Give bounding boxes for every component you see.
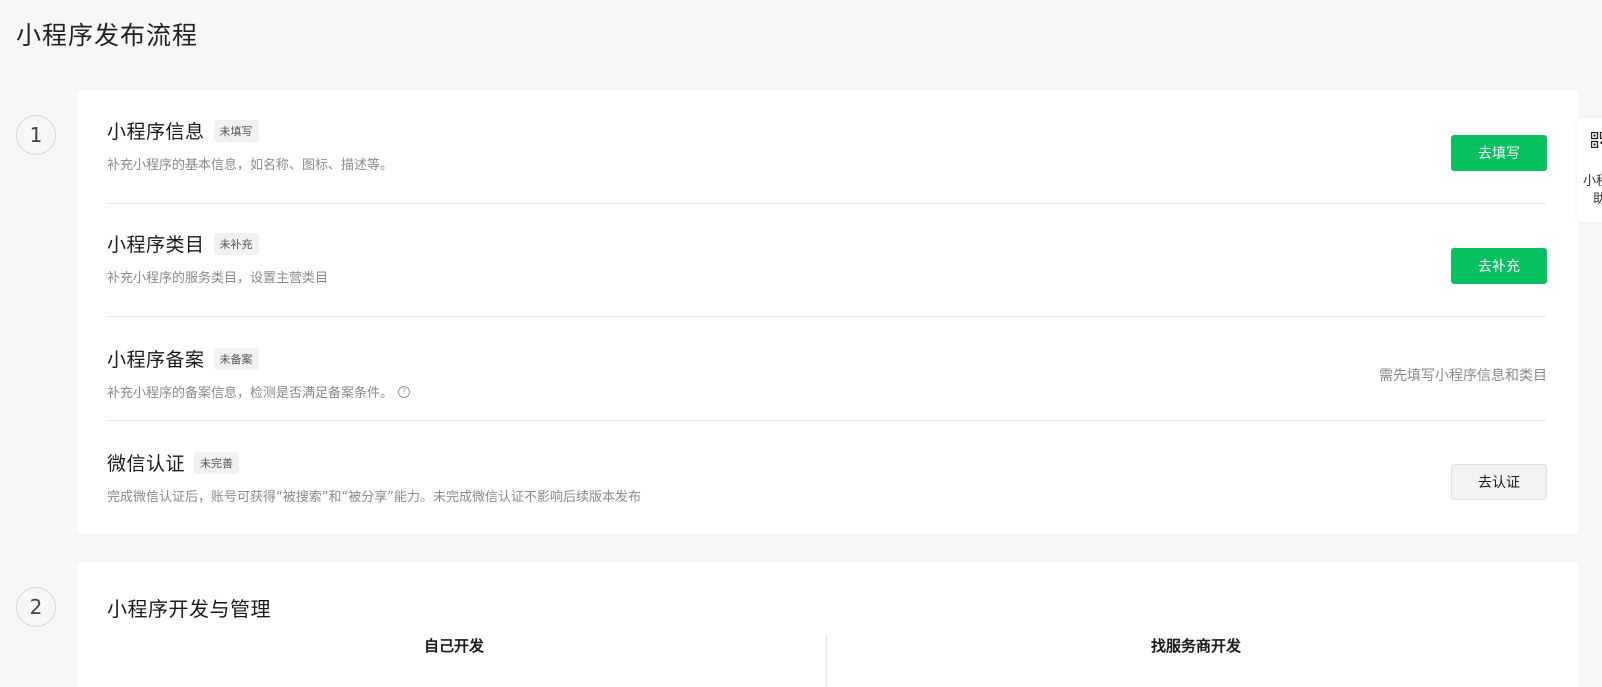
qrcode-icon — [1591, 132, 1602, 148]
step-number-1: 1 — [16, 115, 56, 155]
row-description: 补充小程序的基本信息，如名称、图标、描述等。 — [107, 154, 393, 173]
row-description-text: 补充小程序的备案信息，检测是否满足备案条件。 — [107, 386, 394, 401]
row-description: 补充小程序的备案信息，检测是否满足备案条件。 ? — [107, 382, 411, 401]
side-helper-widget[interactable]: 小程 助 — [1577, 118, 1602, 222]
row-miniprogram-info: 小程序信息 未填写 补充小程序的基本信息，如名称、图标、描述等。 去填写 — [107, 91, 1547, 204]
row-head: 小程序备案 未备案 — [107, 345, 259, 372]
status-badge: 未填写 — [213, 119, 259, 142]
row-description-text: 补充小程序的基本信息，如名称、图标、描述等。 — [107, 158, 394, 173]
row-miniprogram-filing: 小程序备案 未备案 补充小程序的备案信息，检测是否满足备案条件。 ? 需先填写小… — [107, 317, 1547, 421]
step1-card: 小程序信息 未填写 补充小程序的基本信息，如名称、图标、描述等。 去填写 小程序… — [77, 91, 1578, 533]
row-head: 微信认证 未完善 — [107, 449, 240, 476]
row-head: 小程序信息 未填写 — [107, 117, 259, 144]
status-badge: 未完善 — [194, 451, 240, 474]
page-title: 小程序发布流程 — [16, 21, 199, 50]
page: 小程序发布流程 1 小程序信息 未填写 补充小程序的基本信息，如名称、图标、描述… — [0, 0, 1602, 687]
row-description: 补充小程序的服务类目，设置主营类目 — [107, 267, 328, 286]
row-wechat-verification: 微信认证 未完善 完成微信认证后，账号可获得“被搜索”和“被分享”能力。未完成微… — [107, 421, 1547, 533]
tab-self-develop[interactable]: 自己开发 — [424, 635, 484, 656]
tab-vendor-develop[interactable]: 找服务商开发 — [1151, 635, 1241, 656]
prerequisite-note: 需先填写小程序信息和类目 — [1379, 368, 1547, 384]
row-title: 小程序备案 — [107, 349, 205, 371]
status-badge: 未备案 — [213, 347, 259, 370]
row-title: 小程序类目 — [107, 234, 205, 256]
row-title: 微信认证 — [107, 453, 186, 475]
section-title: 小程序开发与管理 — [107, 597, 271, 621]
row-head: 小程序类目 未补充 — [107, 230, 259, 257]
row-description-text: 补充小程序的服务类目，设置主营类目 — [107, 271, 329, 286]
divider — [826, 635, 827, 687]
row-description-text: 完成微信认证后，账号可获得“被搜索”和“被分享”能力。未完成微信认证不影响后续版… — [107, 490, 641, 505]
side-helper-label: 助 — [1593, 192, 1602, 207]
row-title: 小程序信息 — [107, 121, 205, 143]
fill-info-button[interactable]: 去填写 — [1451, 135, 1547, 171]
add-category-button[interactable]: 去补充 — [1451, 248, 1547, 284]
row-miniprogram-category: 小程序类目 未补充 补充小程序的服务类目，设置主营类目 去补充 — [107, 204, 1547, 317]
step-number-2: 2 — [16, 587, 56, 627]
status-badge: 未补充 — [213, 232, 259, 255]
verify-button[interactable]: 去认证 — [1451, 464, 1547, 500]
step2-card: 小程序开发与管理 自己开发 找服务商开发 — [77, 563, 1578, 687]
question-circle-icon[interactable]: ? — [398, 385, 411, 398]
row-description: 完成微信认证后，账号可获得“被搜索”和“被分享”能力。未完成微信认证不影响后续版… — [107, 486, 641, 505]
side-helper-label: 小程 — [1583, 174, 1602, 189]
